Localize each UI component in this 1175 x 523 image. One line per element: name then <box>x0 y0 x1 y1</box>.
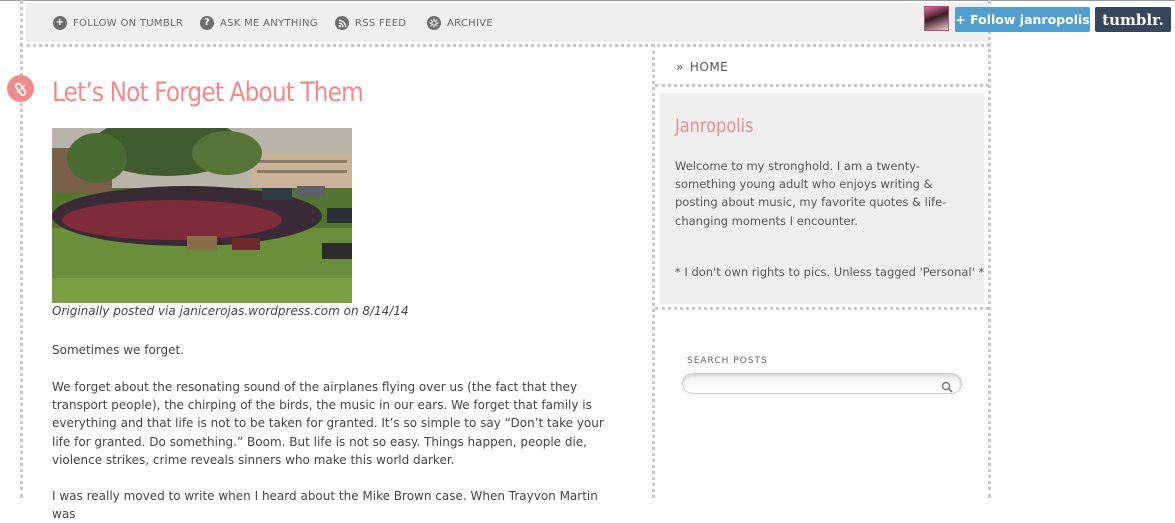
about-box: Janropolis Welcome to my stronghold. I a… <box>660 93 984 304</box>
search-box <box>682 373 962 394</box>
content-divider <box>652 44 655 498</box>
page-frame-right <box>988 0 991 498</box>
top-nav: + FOLLOW ON TUMBLR ? ASK ME ANYTHING RSS… <box>26 3 988 42</box>
about-bottom-border <box>655 307 989 310</box>
search-icon[interactable] <box>941 378 953 397</box>
archive-icon <box>427 16 441 30</box>
nav-bottom-border <box>20 44 990 47</box>
post-paragraph: Sometimes we forget. <box>52 343 185 357</box>
follow-button[interactable]: + Follow janropolis <box>955 7 1090 32</box>
post-paragraph: We forget about the resonating sound of … <box>52 380 604 467</box>
nav-ask-me-anything[interactable]: ? ASK ME ANYTHING <box>200 16 318 30</box>
double-chevron-right-icon: » <box>676 60 684 74</box>
home-bottom-border <box>655 84 989 87</box>
nav-item-label: FOLLOW ON TUMBLR <box>73 17 184 29</box>
plus-icon: + <box>53 16 67 30</box>
nav-item-label: RSS FEED <box>355 17 407 29</box>
blog-name: Janropolis <box>675 115 754 137</box>
caption-source-link[interactable]: janicerojas.wordpress.com <box>180 304 340 318</box>
caption-suffix: on 8/14/14 <box>339 304 409 318</box>
post-paragraph: I was really moved to write when I heard… <box>52 489 598 522</box>
search-input[interactable] <box>693 376 933 392</box>
nav-item-label: ASK ME ANYTHING <box>220 17 318 29</box>
rights-note: * I don't own rights to pics. Unless tag… <box>675 265 985 279</box>
window-top-border <box>0 0 1175 1</box>
question-icon: ? <box>200 16 214 30</box>
tumblr-logo[interactable]: tumblr. <box>1095 7 1171 32</box>
blog-avatar[interactable] <box>924 6 949 31</box>
home-link[interactable]: » HOME <box>676 60 728 74</box>
nav-rss-feed[interactable]: RSS FEED <box>335 16 406 30</box>
search-label: SEARCH POSTS <box>687 356 768 366</box>
nav-archive[interactable]: ARCHIVE <box>427 16 493 30</box>
post-caption: Originally posted via janicerojas.wordpr… <box>52 304 409 318</box>
blog-description: Welcome to my stronghold. I am a twenty-… <box>675 159 947 228</box>
post-photo <box>52 128 352 303</box>
link-post-icon <box>7 75 34 102</box>
home-label: HOME <box>689 60 729 74</box>
nav-item-label: ARCHIVE <box>447 17 494 29</box>
nav-follow-on-tumblr[interactable]: + FOLLOW ON TUMBLR <box>53 16 183 30</box>
rss-icon <box>335 16 349 30</box>
caption-prefix: Originally posted via <box>52 304 180 318</box>
post-title[interactable]: Let’s Not Forget About Them <box>52 77 364 108</box>
